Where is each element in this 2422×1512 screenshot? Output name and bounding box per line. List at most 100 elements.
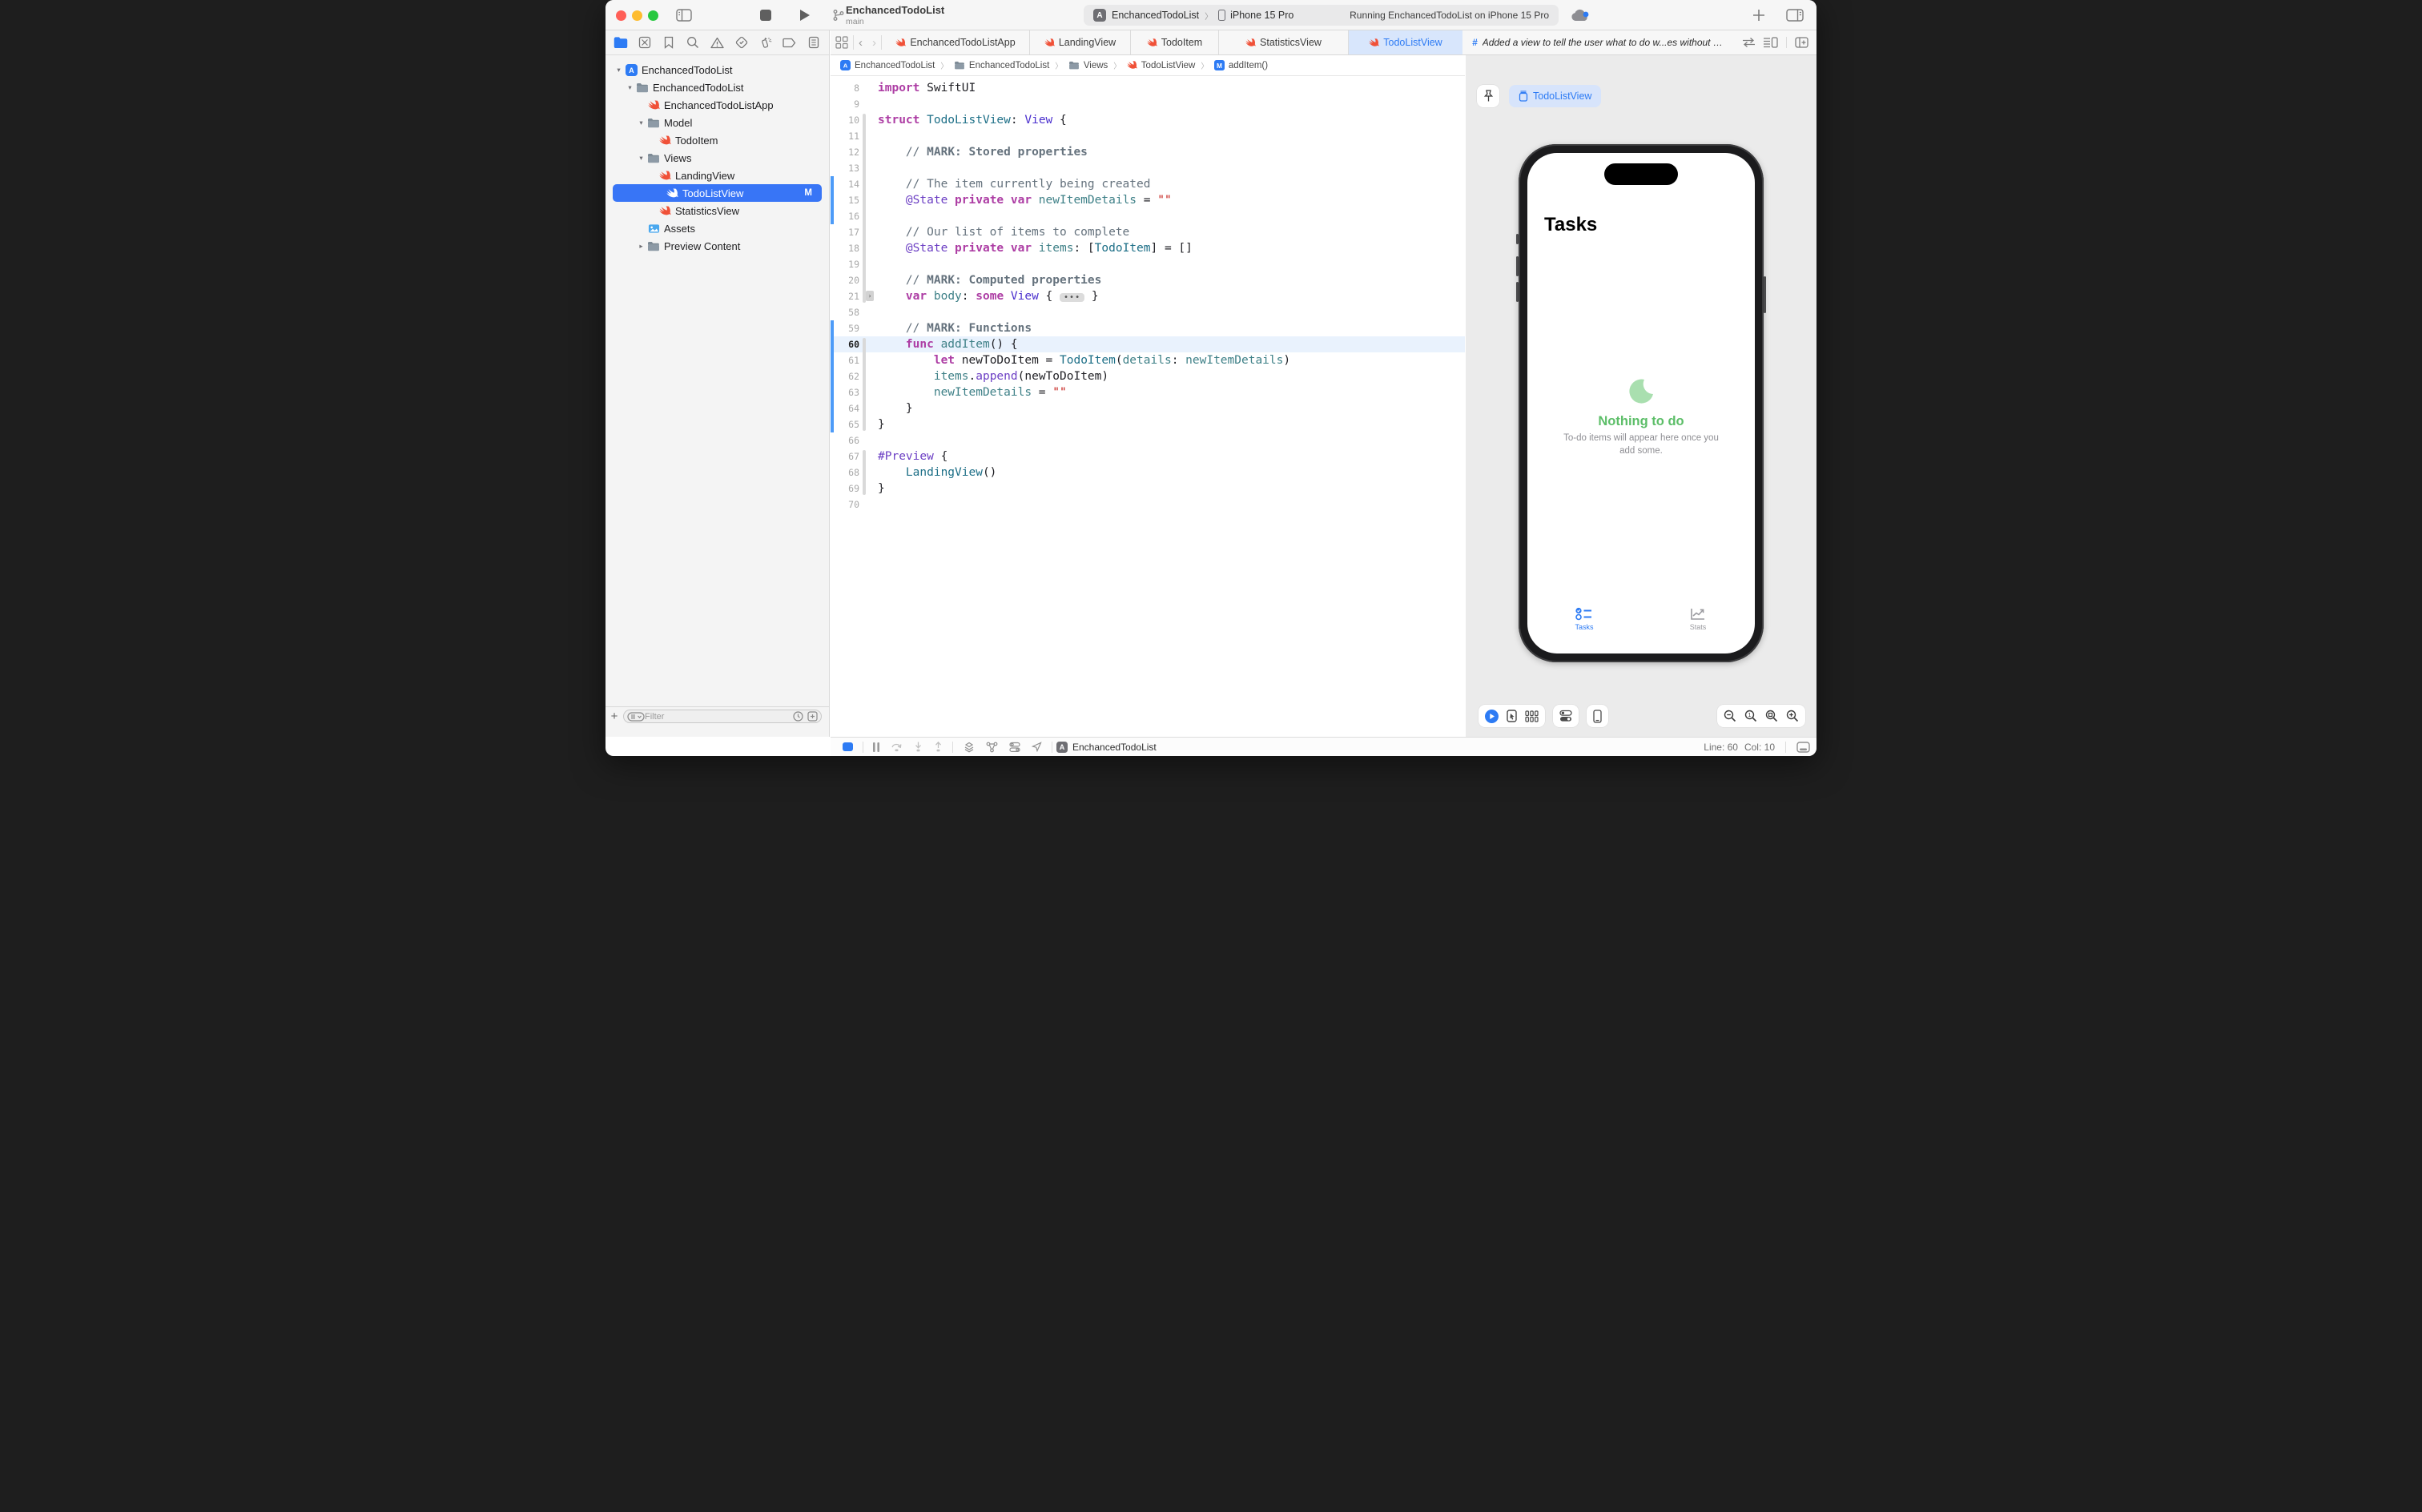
go-forward-icon[interactable]: ›	[867, 30, 881, 54]
filter-field[interactable]	[623, 710, 822, 723]
report-navigator-icon[interactable]	[806, 34, 822, 50]
code-line-70[interactable]: 70	[831, 497, 1465, 513]
debug-process-label[interactable]: A EnchancedTodoList	[1056, 742, 1157, 753]
tab-todoitem[interactable]: TodoItem	[1131, 30, 1219, 54]
zoom-100-button[interactable]: 1	[1744, 710, 1757, 722]
code-line-68[interactable]: 68 LandingView()	[831, 464, 1465, 481]
sidebar-item-landingview[interactable]: LandingView	[606, 167, 829, 184]
device-bezel-button[interactable]	[1587, 705, 1608, 727]
code-line-63[interactable]: 63 newItemDetails = ""	[831, 384, 1465, 400]
environment-overrides-icon[interactable]	[1009, 742, 1020, 753]
sidebar-item-statisticsview[interactable]: StatisticsView	[606, 202, 829, 219]
sidebar-item-todolistview[interactable]: TodoListViewM	[613, 184, 822, 202]
simulate-location-icon[interactable]	[1032, 742, 1042, 752]
find-navigator-icon[interactable]	[685, 34, 701, 50]
pause-execution-icon[interactable]	[873, 742, 879, 752]
code-fold-chevron[interactable]: ›	[866, 291, 874, 301]
code-line-59[interactable]: 59 // MARK: Functions	[831, 320, 1465, 336]
code-line-20[interactable]: 20 // MARK: Computed properties	[831, 272, 1465, 288]
zoom-fit-button[interactable]	[1765, 710, 1778, 722]
code-line-61[interactable]: 61 let newToDoItem = TodoItem(details: n…	[831, 352, 1465, 368]
memory-graph-icon[interactable]	[986, 742, 998, 753]
sidebar-item-preview-content[interactable]: ▸Preview Content	[606, 237, 829, 255]
related-items-icon[interactable]	[831, 30, 853, 54]
source-control-navigator-icon[interactable]	[637, 34, 653, 50]
add-editor-icon[interactable]	[1795, 37, 1808, 48]
code-line-9[interactable]: 9	[831, 96, 1465, 112]
toggle-navigator-icon[interactable]	[676, 9, 692, 22]
code-line-14[interactable]: 14 // The item currently being created	[831, 176, 1465, 192]
code-line-60[interactable]: 60 func addItem() {	[831, 336, 1465, 352]
code-line-69[interactable]: 69}	[831, 481, 1465, 497]
variants-mode-button[interactable]	[1525, 710, 1539, 722]
phone-tab-tasks[interactable]: Tasks	[1527, 607, 1641, 631]
sidebar-item-enchancedtodolist[interactable]: ▾EnchancedTodoList	[606, 78, 829, 96]
tab-enchancedtodolistapp[interactable]: EnchancedTodoListApp	[882, 30, 1030, 54]
zoom-window-button[interactable]	[648, 10, 658, 21]
source-editor[interactable]: 8import SwiftUI910struct TodoListView: V…	[831, 76, 1465, 737]
code-line-18[interactable]: 18 @State private var items: [TodoItem] …	[831, 240, 1465, 256]
add-file-button[interactable]: +	[606, 710, 623, 723]
breadcrumb-item-enchancedtodolist[interactable]: AEnchancedTodoList	[840, 60, 935, 70]
tab-landingview[interactable]: LandingView	[1030, 30, 1131, 54]
disclosure-open-icon[interactable]: ▾	[636, 154, 646, 163]
editor-options-icon[interactable]	[1764, 37, 1778, 48]
recent-files-icon[interactable]	[793, 711, 803, 722]
code-line-62[interactable]: 62 items.append(newToDoItem)	[831, 368, 1465, 384]
code-line-21[interactable]: 21 var body: some View { ••• }›	[831, 288, 1465, 304]
iphone-preview-device[interactable]: Tasks Nothing to do To-do items will app…	[1519, 144, 1764, 662]
bookmark-navigator-icon[interactable]	[661, 34, 677, 50]
code-line-13[interactable]: 13	[831, 160, 1465, 176]
code-line-19[interactable]: 19	[831, 256, 1465, 272]
run-button[interactable]	[799, 9, 811, 22]
tab-statisticsview[interactable]: StatisticsView	[1219, 30, 1349, 54]
preview-target-pill[interactable]: TodoListView	[1509, 85, 1601, 107]
device-settings-button[interactable]	[1553, 705, 1579, 727]
zoom-in-button[interactable]	[1786, 710, 1799, 722]
code-line-15[interactable]: 15 @State private var newItemDetails = "…	[831, 192, 1465, 208]
code-line-67[interactable]: 67#Preview {	[831, 448, 1465, 464]
project-navigator-icon[interactable]	[613, 34, 629, 50]
sidebar-item-enchancedtodolist[interactable]: ▾AEnchancedTodoList	[606, 61, 829, 78]
minimize-window-button[interactable]	[632, 10, 642, 21]
code-line-17[interactable]: 17 // Our list of items to complete	[831, 224, 1465, 240]
zoom-out-button[interactable]	[1724, 710, 1736, 722]
disclosure-open-icon[interactable]: ▾	[636, 119, 646, 127]
breadcrumb-item-todolistview[interactable]: TodoListView	[1127, 60, 1196, 70]
issue-navigator-icon[interactable]	[710, 34, 726, 50]
selectable-mode-button[interactable]	[1507, 710, 1517, 722]
sidebar-item-enchancedtodolistapp[interactable]: EnchancedTodoListApp	[606, 96, 829, 114]
sidebar-item-model[interactable]: ▾Model	[606, 114, 829, 131]
code-line-64[interactable]: 64 }	[831, 400, 1465, 416]
code-line-12[interactable]: 12 // MARK: Stored properties	[831, 144, 1465, 160]
code-line-10[interactable]: 10struct TodoListView: View {	[831, 112, 1465, 128]
disclosure-open-icon[interactable]: ▾	[614, 66, 624, 74]
go-back-icon[interactable]: ‹	[854, 30, 867, 54]
scheme-project-label[interactable]: EnchancedTodoList	[1112, 10, 1199, 21]
code-line-65[interactable]: 65}	[831, 416, 1465, 432]
test-navigator-icon[interactable]	[734, 34, 750, 50]
phone-tab-stats[interactable]: Stats	[1641, 607, 1755, 631]
view-debugger-icon[interactable]	[963, 742, 975, 753]
code-line-16[interactable]: 16	[831, 208, 1465, 224]
filter-input[interactable]	[645, 712, 793, 722]
sidebar-item-todoitem[interactable]: TodoItem	[606, 131, 829, 149]
code-line-66[interactable]: 66	[831, 432, 1465, 448]
breakpoints-toggle-button[interactable]	[843, 742, 853, 751]
live-preview-button[interactable]	[1485, 710, 1499, 723]
code-line-11[interactable]: 11	[831, 128, 1465, 144]
breadcrumb-item-views[interactable]: Views	[1068, 61, 1108, 70]
code-line-8[interactable]: 8import SwiftUI	[831, 80, 1465, 96]
breadcrumb-item-additem-[interactable]: MaddItem()	[1214, 60, 1268, 70]
code-line-58[interactable]: 58	[831, 304, 1465, 320]
tab-todolistview[interactable]: TodoListView	[1349, 30, 1462, 54]
code-fold-ellipsis[interactable]: •••	[1060, 293, 1084, 302]
disclosure-open-icon[interactable]: ▾	[625, 83, 635, 92]
breadcrumb-item-enchancedtodolist[interactable]: EnchancedTodoList	[954, 61, 1049, 70]
add-tab-button[interactable]	[1752, 9, 1765, 22]
disclosure-closed-icon[interactable]: ▸	[636, 242, 646, 251]
add-filter-icon[interactable]	[807, 711, 818, 722]
close-window-button[interactable]	[616, 10, 626, 21]
sidebar-item-assets[interactable]: Assets	[606, 219, 829, 237]
debug-navigator-icon[interactable]	[758, 34, 774, 50]
